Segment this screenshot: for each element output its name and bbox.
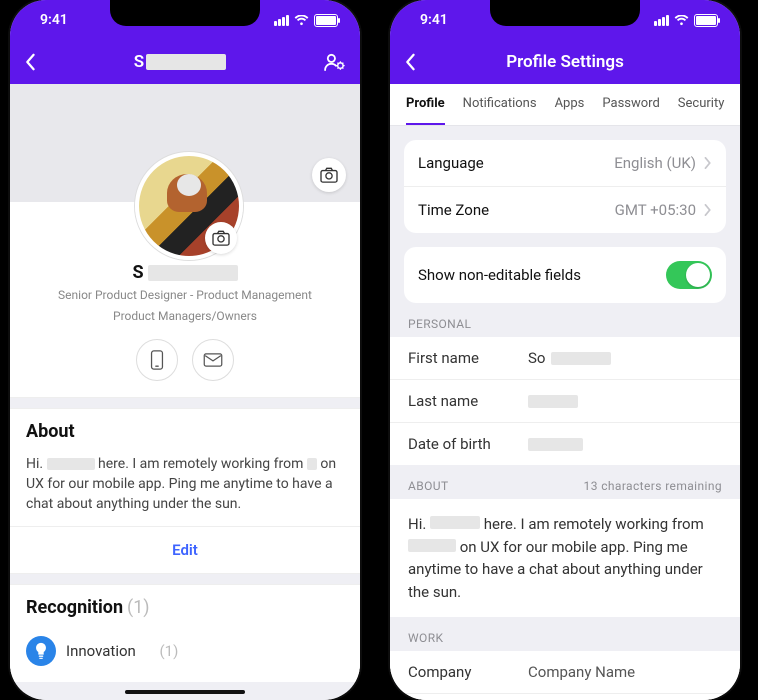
language-row[interactable]: Language English (UK) [404,140,726,187]
mail-icon [203,353,223,367]
edit-about-button[interactable]: Edit [10,526,360,573]
language-label: Language [418,154,484,172]
work-list: Company Company Name External ID externa… [390,651,740,700]
team: Product Managers/Owners [10,308,360,325]
tab-notifications[interactable]: Notifications [463,84,537,125]
about-heading: About [10,409,360,454]
last-name-value [528,392,578,410]
status-icons [274,14,338,27]
tab-profile[interactable]: Profile [406,84,445,125]
battery-icon [314,14,338,27]
wifi-icon [294,15,309,26]
status-bar: 9:41 [390,0,740,40]
tab-security[interactable]: Security [678,84,725,125]
recognition-section: Recognition(1) Innovation (1) [10,584,360,682]
job-title: Senior Product Designer - Product Manage… [10,287,360,304]
camera-icon [320,167,338,183]
timezone-row[interactable]: Time Zone GMT +05:30 [404,187,726,233]
change-avatar-button[interactable] [205,222,237,254]
profile-name: S [132,262,237,283]
status-time: 9:41 [420,12,448,28]
timezone-value: GMT +05:30 [615,201,696,219]
screen-body: S Senior Product Designer - Product Mana… [10,84,360,700]
page-title: S [134,52,226,72]
chevron-right-icon [704,204,712,216]
status-time: 9:41 [40,12,68,28]
profile-settings-screen: 9:41 Profile Settings Profile Notificati… [390,0,740,700]
about-value[interactable]: Hi. here. I am remotely working from on … [390,499,740,617]
dob-value [528,435,583,453]
show-noneditable-row: Show non-editable fields [404,247,726,303]
lightbulb-icon [26,636,56,666]
personal-list: First name So Last name Date of birth [390,337,740,465]
about-group-label: ABOUT 13 characters remaining [390,465,740,499]
work-group-label: WORK [390,617,740,651]
profile-screen: 9:41 S S Senior [10,0,360,700]
home-indicator[interactable] [125,690,245,694]
tab-apps[interactable]: Apps [555,84,585,125]
first-name-value: So [528,349,611,367]
company-row[interactable]: Company Company Name [390,651,740,694]
tab-bar: Profile Notifications Apps Password Secu… [390,84,740,126]
screen-body: Profile Notifications Apps Password Secu… [390,84,740,700]
phone-button[interactable] [136,339,178,381]
nav-bar: S [10,40,360,84]
avatar-container [135,152,235,252]
about-section: About Hi. here. I am remotely working fr… [10,408,360,575]
camera-icon [212,230,230,246]
personal-group-label: PERSONAL [390,303,740,337]
status-icons [654,14,718,27]
signal-icon [654,15,669,26]
mobile-icon [150,350,164,370]
toggle-label: Show non-editable fields [418,266,581,284]
recognition-heading: Recognition(1) [10,585,360,630]
email-button[interactable] [192,339,234,381]
show-noneditable-toggle[interactable] [666,261,712,289]
language-value: English (UK) [614,154,696,172]
signal-icon [274,15,289,26]
toggle-card: Show non-editable fields [404,247,726,303]
change-cover-button[interactable] [312,158,346,192]
contact-row [10,339,360,381]
first-name-row[interactable]: First name So [390,337,740,380]
recognition-item[interactable]: Innovation (1) [10,630,360,682]
about-remaining: 13 characters remaining [584,479,722,493]
page-title: Profile Settings [506,52,624,72]
chevron-right-icon [704,157,712,169]
wifi-icon [674,15,689,26]
about-text: Hi. here. I am remotely working from on … [10,454,360,527]
back-icon[interactable] [24,53,36,71]
tab-password[interactable]: Password [602,84,659,125]
battery-icon [694,14,718,27]
last-name-row[interactable]: Last name [390,380,740,423]
dob-row[interactable]: Date of birth [390,423,740,465]
timezone-label: Time Zone [418,201,489,219]
status-bar: 9:41 [10,0,360,40]
locale-card: Language English (UK) Time Zone GMT +05:… [404,140,726,233]
profile-settings-icon[interactable] [324,53,346,71]
notch [490,0,640,26]
back-icon[interactable] [404,53,416,71]
external-id-row[interactable]: External ID external_ID [390,694,740,700]
notch [110,0,260,26]
nav-bar: Profile Settings [390,40,740,84]
company-value: Company Name [528,663,635,681]
